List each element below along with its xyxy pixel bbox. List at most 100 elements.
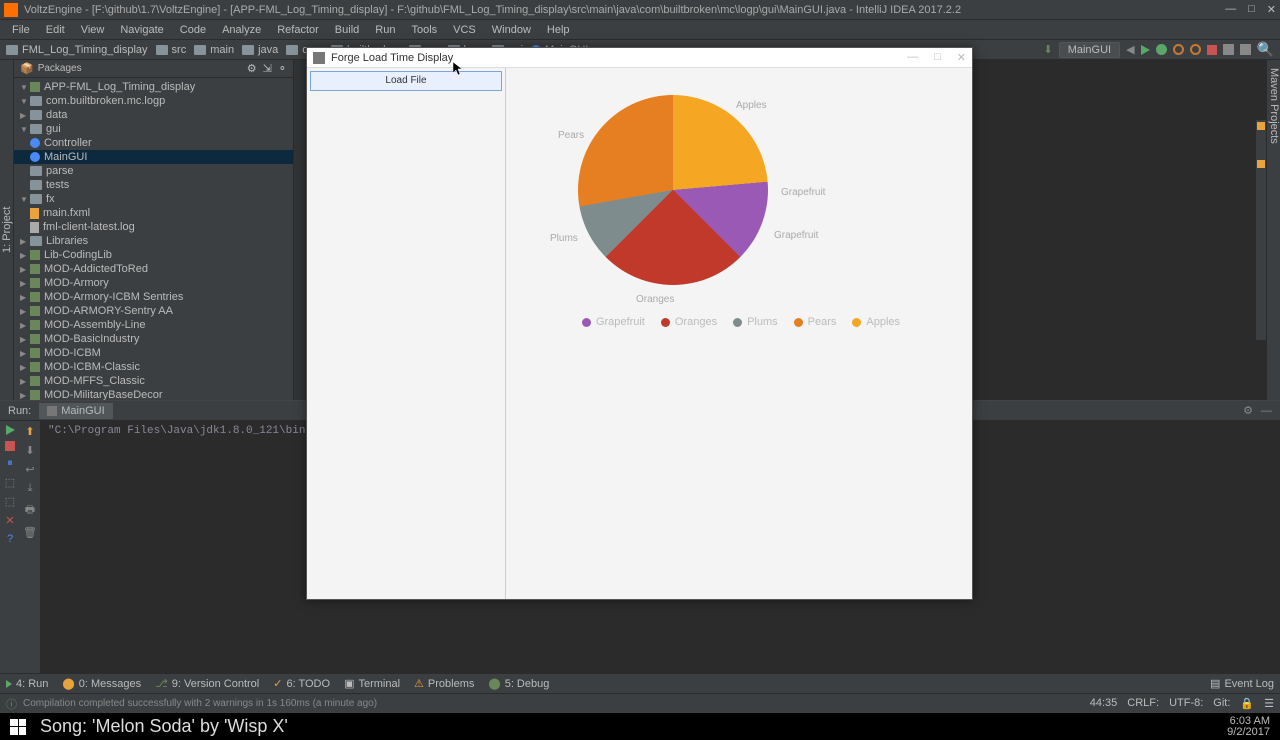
settings-icon[interactable]: ⚙ (247, 62, 257, 75)
pause-icon[interactable]: ⏸ (7, 457, 13, 470)
coverage-icon[interactable] (1173, 44, 1184, 55)
class-icon (30, 152, 40, 162)
swatch-icon (582, 318, 591, 327)
nav-back-icon[interactable]: ◀ (1126, 43, 1134, 56)
down-icon[interactable]: ⬇ (25, 444, 34, 457)
rerun-icon[interactable] (6, 425, 15, 435)
status-bar: ⓘ Compilation completed successfully wit… (0, 693, 1280, 713)
build-icon[interactable]: ⬇ (1043, 43, 1052, 56)
tab-todo[interactable]: ✓6: TODO (273, 677, 330, 690)
system-clock[interactable]: 6:03 AM 9/2/2017 (1227, 716, 1270, 738)
crumb-src[interactable]: src (156, 44, 187, 56)
menu-window[interactable]: Window (484, 22, 539, 38)
maximize-button[interactable]: □ (1248, 3, 1255, 16)
dump-icon[interactable]: ⬚ (5, 476, 15, 489)
panel-title: Packages (38, 63, 82, 74)
debug-icon[interactable] (1156, 44, 1167, 55)
search-icon[interactable]: 🔍 (1257, 41, 1274, 58)
scope-icon[interactable]: 📦 (20, 62, 34, 75)
collapse-icon[interactable]: ⇲ (263, 62, 272, 75)
project-tree[interactable]: ▼APP-FML_Log_Timing_display ▼com.builtbr… (14, 78, 293, 400)
tree-node-selected[interactable]: MainGUI (14, 150, 293, 164)
error-stripe (1256, 120, 1266, 340)
menu-vcs[interactable]: VCS (445, 22, 484, 38)
hector-icon[interactable]: ☰ (1264, 697, 1274, 710)
tab-eventlog[interactable]: ▤Event Log (1210, 677, 1274, 690)
menu-code[interactable]: Code (172, 22, 214, 38)
run-tab-active[interactable]: MainGUI (39, 403, 112, 419)
tab-vcs[interactable]: ⎇9: Version Control (155, 677, 259, 690)
stop-run-icon[interactable] (5, 441, 15, 451)
wrap-icon[interactable]: ↩ (25, 463, 34, 476)
clear-icon[interactable]: 🗑 (23, 526, 37, 539)
dialog-close-button[interactable]: ✕ (957, 51, 966, 64)
dialog-title: Forge Load Time Display (331, 52, 453, 64)
folder-icon (286, 45, 298, 55)
dialog-titlebar[interactable]: Forge Load Time Display — □ ✕ (307, 48, 972, 68)
tab-terminal[interactable]: ▣Terminal (344, 677, 400, 690)
tab-maven[interactable]: Maven Projects (1268, 68, 1280, 400)
menu-edit[interactable]: Edit (38, 22, 73, 38)
menu-run[interactable]: Run (367, 22, 403, 38)
module-icon (30, 362, 40, 372)
dialog-maximize-button[interactable]: □ (934, 51, 941, 64)
crumb-main[interactable]: main (194, 44, 234, 56)
menu-navigate[interactable]: Navigate (112, 22, 171, 38)
start-button[interactable] (10, 719, 26, 735)
folder-icon (30, 194, 42, 204)
close-button[interactable]: ✕ (1267, 3, 1276, 16)
tab-messages[interactable]: ⬤0: Messages (62, 677, 141, 690)
run-icon[interactable] (1141, 45, 1150, 55)
song-overlay: Song: 'Melon Soda' by 'Wisp X' (40, 716, 288, 737)
module-icon (30, 278, 40, 288)
scroll-icon[interactable]: ⤓ (28, 482, 33, 495)
pie-label-grapefruit: Grapefruit (781, 187, 825, 198)
status-crlf[interactable]: CRLF: (1127, 697, 1159, 710)
status-pos[interactable]: 44:35 (1090, 697, 1118, 710)
run-config-select[interactable]: MainGUI (1059, 42, 1120, 58)
menu-file[interactable]: File (4, 22, 38, 38)
crumb-java[interactable]: java (242, 44, 278, 56)
vcs-update-icon[interactable] (1223, 44, 1234, 55)
file-icon (30, 222, 39, 233)
legend-item: Plums (733, 316, 778, 328)
status-enc[interactable]: UTF-8: (1169, 697, 1203, 710)
load-file-button[interactable]: Load File (310, 71, 502, 91)
crumb-module[interactable]: FML_Log_Timing_display (6, 44, 148, 56)
status-git[interactable]: Git: (1213, 697, 1230, 710)
menu-view[interactable]: View (73, 22, 113, 38)
lock-icon[interactable]: 🔒 (1240, 697, 1254, 710)
up-icon[interactable]: ⬆ (25, 425, 34, 438)
print-icon[interactable]: 🖶 (25, 501, 35, 520)
restore-icon[interactable]: ⬚ (5, 495, 15, 508)
chart-legend: Grapefruit Oranges Plums Pears Apples (536, 316, 946, 328)
folder-icon (242, 45, 254, 55)
vcs-commit-icon[interactable] (1240, 44, 1251, 55)
tab-run[interactable]: 4: Run (6, 678, 48, 690)
hide-icon[interactable]: ⚬ (278, 62, 287, 75)
run-settings-icon[interactable]: ⚙ (1243, 404, 1253, 417)
tab-problems[interactable]: ⚠Problems (414, 677, 474, 690)
swatch-icon (733, 318, 742, 327)
menu-build[interactable]: Build (327, 22, 367, 38)
module-icon (30, 250, 40, 260)
pie-label-plums: Plums (550, 233, 578, 244)
menu-help[interactable]: Help (539, 22, 578, 38)
tab-structure[interactable]: 7: Structure (0, 80, 1, 380)
dialog-minimize-button[interactable]: — (907, 51, 918, 64)
run-label: Run: (0, 403, 39, 419)
stop-icon[interactable] (1207, 45, 1217, 55)
tab-debug[interactable]: ⬤5: Debug (488, 677, 549, 690)
left-tool-strip: 1: Project 7: Structure (0, 60, 14, 400)
menu-refactor[interactable]: Refactor (269, 22, 327, 38)
package-icon (30, 96, 42, 106)
menu-analyze[interactable]: Analyze (214, 22, 269, 38)
tab-project[interactable]: 1: Project (1, 80, 13, 380)
run-hide-icon[interactable]: — (1261, 405, 1272, 417)
profile-icon[interactable] (1190, 44, 1201, 55)
help-run-icon[interactable]: ? (7, 533, 13, 545)
menu-tools[interactable]: Tools (403, 22, 445, 38)
close-run-icon[interactable]: ✕ (5, 514, 14, 527)
dialog-icon (313, 52, 325, 64)
minimize-button[interactable]: — (1225, 3, 1236, 16)
